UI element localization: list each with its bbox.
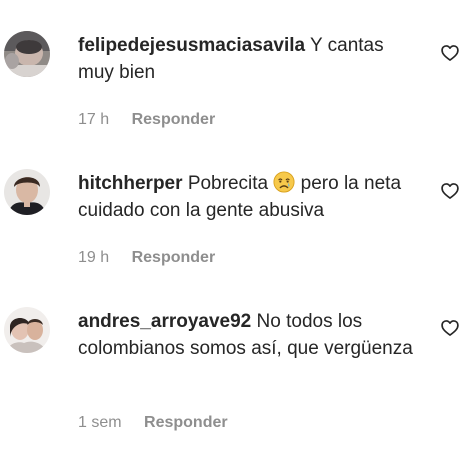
avatar[interactable] [4, 307, 50, 353]
comment-item: felipedejesusmaciasavila Y cantas muy bi… [0, 0, 471, 138]
comment-username[interactable]: felipedejesusmaciasavila [78, 35, 305, 56]
crying-face-emoji-icon [273, 171, 295, 193]
reply-button[interactable]: Responder [132, 111, 216, 128]
comment-meta: 17 h Responder [78, 111, 215, 129]
heart-outline-icon[interactable] [440, 318, 460, 338]
comment-text: felipedejesusmaciasavila Y cantas muy bi… [78, 32, 418, 86]
comment-timestamp[interactable]: 19 h [78, 249, 109, 266]
comment-timestamp[interactable]: 17 h [78, 111, 109, 128]
user-avatar-icon [4, 169, 50, 215]
user-avatar-icon [4, 307, 50, 353]
comment-text: andres_arroyave92 No todos los colombian… [78, 308, 418, 362]
comment-username[interactable]: andres_arroyave92 [78, 311, 251, 332]
reply-button[interactable]: Responder [144, 414, 228, 431]
comment-meta: 19 h Responder [78, 249, 215, 267]
avatar[interactable] [4, 31, 50, 77]
comment-item: hitchherper Pobrecita pero la neta cuida… [0, 138, 471, 276]
comment-username[interactable]: hitchherper [78, 173, 183, 194]
avatar[interactable] [4, 169, 50, 215]
comment-timestamp[interactable]: 1 sem [78, 414, 122, 431]
comment-text: hitchherper Pobrecita pero la neta cuida… [78, 170, 418, 224]
comment-message: Pobrecita [187, 173, 269, 194]
heart-outline-icon[interactable] [440, 181, 460, 201]
comment-meta: 1 sem Responder [78, 414, 228, 432]
reply-button[interactable]: Responder [132, 249, 216, 266]
heart-outline-icon[interactable] [440, 43, 460, 63]
user-avatar-icon [4, 31, 50, 77]
comment-item: andres_arroyave92 No todos los colombian… [0, 276, 471, 460]
